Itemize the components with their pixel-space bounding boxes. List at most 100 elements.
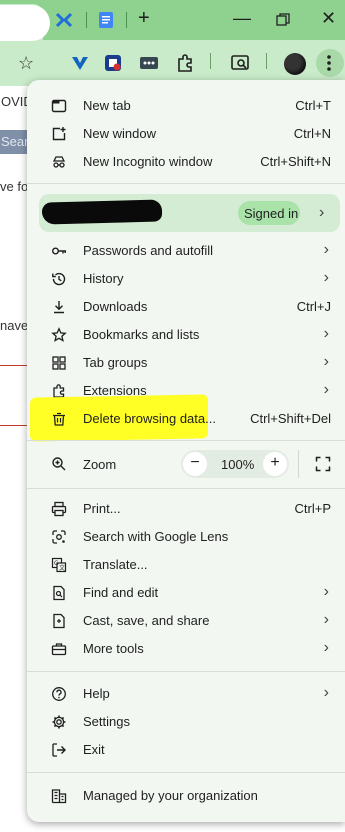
menu-item-label: New Incognito window (83, 154, 213, 169)
extension-dots-icon[interactable] (139, 53, 159, 73)
menu-item-label: Bookmarks and lists (83, 327, 200, 342)
tab-separator (126, 12, 127, 28)
chevron-right-icon: › (323, 381, 329, 398)
menu-item-shortcut: Ctrl+T (295, 98, 331, 113)
tab-groups-icon (52, 356, 66, 370)
redacted-profile-name (41, 199, 163, 225)
extension-v-icon[interactable] (70, 53, 90, 73)
menu-item-label: Cast, save, and share (83, 613, 210, 628)
new-tab-plus-icon[interactable]: + (138, 7, 150, 30)
menu-item-find-and-edit[interactable]: Find and edit › (27, 579, 345, 607)
menu-divider (27, 183, 345, 184)
tab-separator (86, 12, 87, 28)
menu-item-label: Print... (83, 501, 121, 516)
menu-item-help[interactable]: Help › (27, 680, 345, 708)
svg-text:文: 文 (59, 564, 65, 572)
background-search-box: Searc (0, 130, 35, 154)
menu-divider (27, 772, 345, 773)
exit-icon (52, 743, 66, 757)
menu-divider (27, 440, 345, 441)
new-window-icon (52, 127, 66, 141)
toolbox-icon (51, 643, 67, 656)
omnibox[interactable] (0, 5, 50, 41)
menu-item-label: Settings (83, 714, 130, 729)
menu-item-shortcut: Ctrl+Shift+Del (250, 411, 331, 426)
menu-item-label: History (83, 271, 124, 286)
menu-item-google-lens[interactable]: Search with Google Lens (27, 523, 345, 551)
menu-item-label: Passwords and autofill (83, 243, 214, 258)
menu-divider (27, 671, 345, 672)
zoom-out-button[interactable]: − (183, 452, 207, 476)
menu-item-delete-browsing-data[interactable]: Delete browsing data... Ctrl+Shift+Del (27, 405, 345, 433)
history-icon (52, 272, 66, 286)
menu-item-shortcut: Ctrl+J (296, 299, 331, 314)
background-page (0, 86, 28, 832)
close-window-icon[interactable]: ✕ (321, 8, 336, 29)
toolbar-separator (266, 53, 267, 69)
menu-item-new-incognito[interactable]: New Incognito window Ctrl+Shift+N (27, 148, 345, 176)
menu-item-label: Delete browsing data... (83, 411, 216, 426)
gear-icon (52, 715, 66, 729)
chevron-right-icon: › (323, 583, 329, 600)
zoom-control: − 100% + (181, 450, 289, 478)
menu-item-new-tab[interactable]: New tab Ctrl+T (27, 92, 345, 120)
menu-item-tab-groups[interactable]: Tab groups › (27, 349, 345, 377)
menu-item-passwords[interactable]: Passwords and autofill › (27, 237, 345, 265)
menu-item-label: Downloads (83, 299, 148, 314)
download-icon (54, 301, 64, 314)
building-icon (51, 789, 67, 804)
tab-search-icon[interactable] (230, 53, 250, 73)
google-lens-icon (52, 530, 66, 544)
menu-item-exit[interactable]: Exit (27, 736, 345, 764)
menu-item-label: Help (83, 686, 110, 701)
trash-icon (53, 412, 65, 426)
background-divider (0, 365, 28, 366)
zoom-in-button[interactable]: + (263, 452, 287, 476)
docs-favicon-icon[interactable] (97, 11, 115, 29)
menu-item-label: New window (83, 126, 156, 141)
menu-item-settings[interactable]: Settings (27, 708, 345, 736)
menu-item-more-tools[interactable]: More tools › (27, 635, 345, 663)
menu-item-bookmarks[interactable]: Bookmarks and lists › (27, 321, 345, 349)
fullscreen-icon[interactable] (315, 456, 331, 472)
chevron-right-icon: › (323, 611, 329, 628)
chevron-right-icon: › (323, 325, 329, 342)
zoom-label: Zoom (83, 457, 117, 472)
menu-item-shortcut: Ctrl+Shift+N (260, 154, 331, 169)
star-icon (51, 327, 67, 342)
restore-icon[interactable] (276, 13, 290, 27)
chevron-right-icon: › (323, 353, 329, 370)
chevron-right-icon: › (319, 204, 325, 221)
kebab-menu-icon[interactable] (326, 55, 332, 71)
background-text: nave (0, 318, 29, 333)
zoom-level: 100% (221, 457, 255, 472)
menu-item-label: Managed by your organization (83, 788, 258, 803)
zoom-row: Zoom − 100% + (27, 448, 345, 480)
menu-item-label: Translate... (83, 557, 148, 572)
bookmark-star-icon[interactable]: ☆ (18, 53, 34, 74)
menu-divider (27, 488, 345, 489)
extension-shield-icon[interactable] (103, 53, 123, 73)
menu-item-cast-save-share[interactable]: Cast, save, and share › (27, 607, 345, 635)
find-page-icon (53, 585, 65, 601)
menu-item-label: More tools (83, 641, 144, 656)
menu-item-shortcut: Ctrl+P (294, 501, 331, 516)
menu-item-new-window[interactable]: New window Ctrl+N (27, 120, 345, 148)
menu-item-print[interactable]: Print... Ctrl+P (27, 495, 345, 523)
extensions-puzzle-icon[interactable] (175, 53, 195, 73)
menu-item-managed-by-organization[interactable]: Managed by your organization (27, 782, 345, 810)
background-divider (0, 425, 28, 426)
title-bar (0, 0, 345, 40)
menu-item-shortcut: Ctrl+N (293, 126, 331, 141)
new-tab-icon (51, 99, 67, 113)
menu-item-downloads[interactable]: Downloads Ctrl+J (27, 293, 345, 321)
menu-item-history[interactable]: History › (27, 265, 345, 293)
minimize-icon[interactable]: — (233, 8, 251, 29)
background-text: ve fo (0, 179, 29, 194)
tab-favicon-icon[interactable] (55, 11, 73, 29)
menu-item-translate[interactable]: G文 Translate... (27, 551, 345, 579)
profile-avatar[interactable] (284, 53, 306, 75)
toolbar-separator (210, 53, 211, 69)
incognito-icon (52, 156, 66, 168)
help-icon (52, 687, 66, 701)
